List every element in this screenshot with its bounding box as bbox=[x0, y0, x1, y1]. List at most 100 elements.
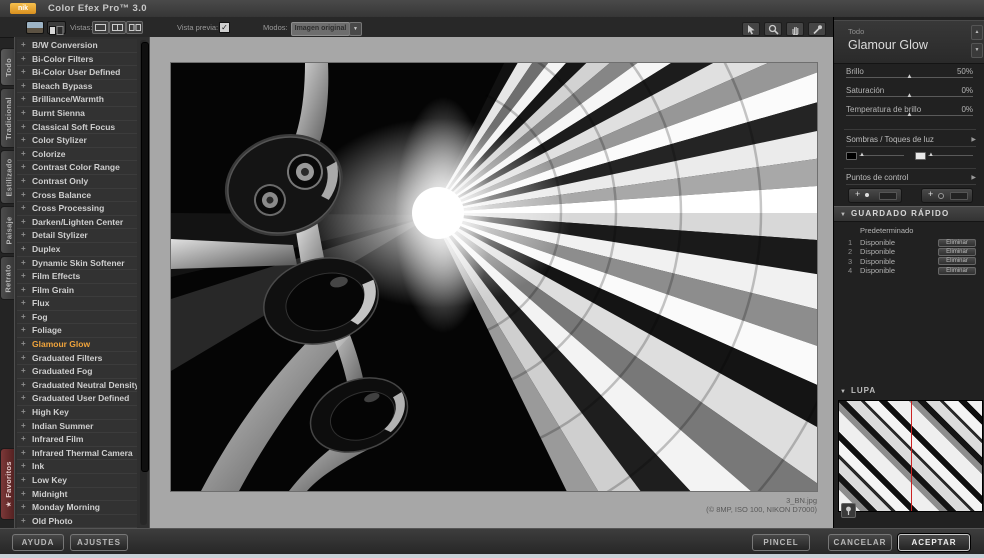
filter-item[interactable]: +Detail Stylizer bbox=[17, 229, 137, 243]
expand-icon[interactable]: + bbox=[21, 311, 26, 324]
filter-item[interactable]: +Brilliance/Warmth bbox=[17, 93, 137, 107]
filter-item[interactable]: +Monday Morning bbox=[17, 501, 137, 515]
filter-item[interactable]: +Midnight bbox=[17, 488, 137, 502]
filter-item[interactable]: +Flux bbox=[17, 297, 137, 311]
filter-item[interactable]: +Indian Summer bbox=[17, 420, 137, 434]
filter-item[interactable]: +Film Effects bbox=[17, 270, 137, 284]
expand-icon[interactable]: + bbox=[21, 202, 26, 215]
filter-item[interactable]: +Old Photo bbox=[17, 515, 137, 529]
expand-icon[interactable]: + bbox=[21, 148, 26, 161]
expand-icon[interactable]: + bbox=[21, 229, 26, 242]
expand-icon[interactable]: + bbox=[21, 420, 26, 433]
modos-dropdown[interactable]: Imagen original bbox=[291, 22, 350, 36]
filter-item[interactable]: +Graduated User Defined bbox=[17, 392, 137, 406]
expand-icon[interactable]: + bbox=[21, 66, 26, 79]
filter-item[interactable]: +Bi-Color Filters bbox=[17, 53, 137, 67]
expand-icon[interactable]: + bbox=[21, 270, 26, 283]
expand-icon[interactable]: + bbox=[21, 121, 26, 134]
slot-delete-button[interactable]: Eliminar bbox=[938, 257, 976, 265]
loupe-section-header[interactable]: ▼LUPA bbox=[840, 386, 876, 395]
slider-handle[interactable]: ▲ bbox=[906, 73, 912, 80]
add-control-point-minus-button[interactable]: + bbox=[921, 188, 973, 203]
expand-icon[interactable]: + bbox=[21, 161, 26, 174]
disclosure-icon[interactable]: ▼ bbox=[840, 212, 846, 218]
zoom-tool-button[interactable] bbox=[764, 22, 782, 36]
slider-brillo[interactable]: Brillo50% ▲ bbox=[846, 67, 973, 84]
filter-item[interactable]: +Bi-Color User Defined bbox=[17, 66, 137, 80]
filter-item[interactable]: +Cross Balance bbox=[17, 189, 137, 203]
expand-icon[interactable]: + bbox=[21, 460, 26, 473]
expand-icon[interactable]: + bbox=[21, 447, 26, 460]
loupe-pin-button[interactable] bbox=[841, 503, 856, 518]
eyedropper-tool-button[interactable] bbox=[808, 22, 826, 36]
expand-icon[interactable]: + bbox=[21, 474, 26, 487]
control-points-header[interactable]: Puntos de control ▶ bbox=[846, 173, 976, 185]
filter-item[interactable]: +Fog bbox=[17, 311, 137, 325]
expand-icon[interactable]: + bbox=[21, 406, 26, 419]
shadows-mini-slider[interactable]: ▲ bbox=[846, 150, 904, 162]
filter-item[interactable]: +Contrast Only bbox=[17, 175, 137, 189]
filter-item[interactable]: +Bleach Bypass bbox=[17, 80, 137, 94]
mini-slider-handle[interactable]: ▲ bbox=[859, 152, 865, 158]
expand-icon[interactable]: + bbox=[21, 515, 26, 528]
mini-slider-track[interactable] bbox=[928, 155, 973, 156]
expand-icon[interactable]: + bbox=[21, 379, 26, 392]
expand-icon[interactable]: + bbox=[21, 39, 26, 52]
ajustes-button[interactable]: AJUSTES bbox=[70, 534, 128, 551]
split-view-button[interactable] bbox=[109, 21, 126, 34]
expand-icon[interactable]: + bbox=[21, 365, 26, 378]
slider-handle[interactable]: ▲ bbox=[906, 111, 912, 118]
filter-item[interactable]: +Color Stylizer bbox=[17, 134, 137, 148]
shadows-highlights-header[interactable]: Sombras / Toques de luz ▶ bbox=[846, 135, 976, 147]
expand-icon[interactable]: + bbox=[21, 93, 26, 106]
expand-icon[interactable]: + bbox=[21, 338, 26, 351]
filter-item[interactable]: +Graduated Filters bbox=[17, 352, 137, 366]
expand-icon[interactable]: + bbox=[21, 243, 26, 256]
expand-icon[interactable]: + bbox=[21, 216, 26, 229]
mini-slider-handle[interactable]: ▲ bbox=[928, 152, 934, 158]
pincel-button[interactable]: PINCEL bbox=[752, 534, 810, 551]
cursor-tool-button[interactable] bbox=[742, 22, 760, 36]
scrollbar-thumb[interactable] bbox=[141, 42, 149, 472]
filter-item[interactable]: +Film Grain bbox=[17, 284, 137, 298]
image-thumbnail-icon[interactable] bbox=[26, 21, 44, 34]
ayuda-button[interactable]: AYUDA bbox=[12, 534, 64, 551]
filter-item[interactable]: +Burnt Sienna bbox=[17, 107, 137, 121]
expand-icon[interactable]: + bbox=[21, 501, 26, 514]
expand-icon[interactable]: + bbox=[21, 107, 26, 120]
loupe-preview[interactable] bbox=[838, 400, 983, 512]
expand-icon[interactable]: + bbox=[21, 80, 26, 93]
single-view-button[interactable] bbox=[92, 21, 109, 34]
filter-item[interactable]: +Colorize bbox=[17, 148, 137, 162]
slot-delete-button[interactable]: Eliminar bbox=[938, 267, 976, 275]
expand-icon[interactable]: + bbox=[21, 433, 26, 446]
disclosure-icon[interactable]: ▶ bbox=[971, 136, 976, 143]
add-control-point-plus-button[interactable]: + bbox=[848, 188, 902, 203]
modos-dropdown-arrow-icon[interactable]: ▼ bbox=[349, 22, 362, 36]
filter-item[interactable]: +Ink bbox=[17, 460, 137, 474]
highlights-mini-slider[interactable]: ▲ bbox=[915, 150, 973, 162]
expand-icon[interactable]: + bbox=[21, 134, 26, 147]
aceptar-button[interactable]: ACEPTAR bbox=[898, 534, 970, 551]
expand-icon[interactable]: + bbox=[21, 175, 26, 188]
slot-delete-button[interactable]: Eliminar bbox=[938, 239, 976, 247]
slider-saturacion[interactable]: Saturación0% ▲ bbox=[846, 86, 973, 103]
disclosure-icon[interactable]: ▼ bbox=[840, 389, 847, 395]
expand-icon[interactable]: + bbox=[21, 324, 26, 337]
filter-item[interactable]: +Foliage bbox=[17, 324, 137, 338]
filter-item[interactable]: +Darken/Lighten Center bbox=[17, 216, 137, 230]
expand-icon[interactable]: + bbox=[21, 53, 26, 66]
next-filter-button[interactable]: ▼ bbox=[971, 43, 983, 58]
filter-item[interactable]: +Dynamic Skin Softener bbox=[17, 257, 137, 271]
filter-item[interactable]: +Infrared Film bbox=[17, 433, 137, 447]
pan-tool-button[interactable] bbox=[786, 22, 804, 36]
slot-delete-button[interactable]: Eliminar bbox=[938, 248, 976, 256]
expand-icon[interactable]: + bbox=[21, 189, 26, 202]
filter-item[interactable]: +Cross Processing bbox=[17, 202, 137, 216]
filter-item[interactable]: +Graduated Fog bbox=[17, 365, 137, 379]
filter-list-scrollbar[interactable] bbox=[140, 40, 147, 525]
filter-item[interactable]: +Infrared Thermal Camera bbox=[17, 447, 137, 461]
cancelar-button[interactable]: CANCELAR bbox=[828, 534, 892, 551]
slider-handle[interactable]: ▲ bbox=[906, 92, 912, 99]
disclosure-icon[interactable]: ▶ bbox=[971, 174, 976, 181]
